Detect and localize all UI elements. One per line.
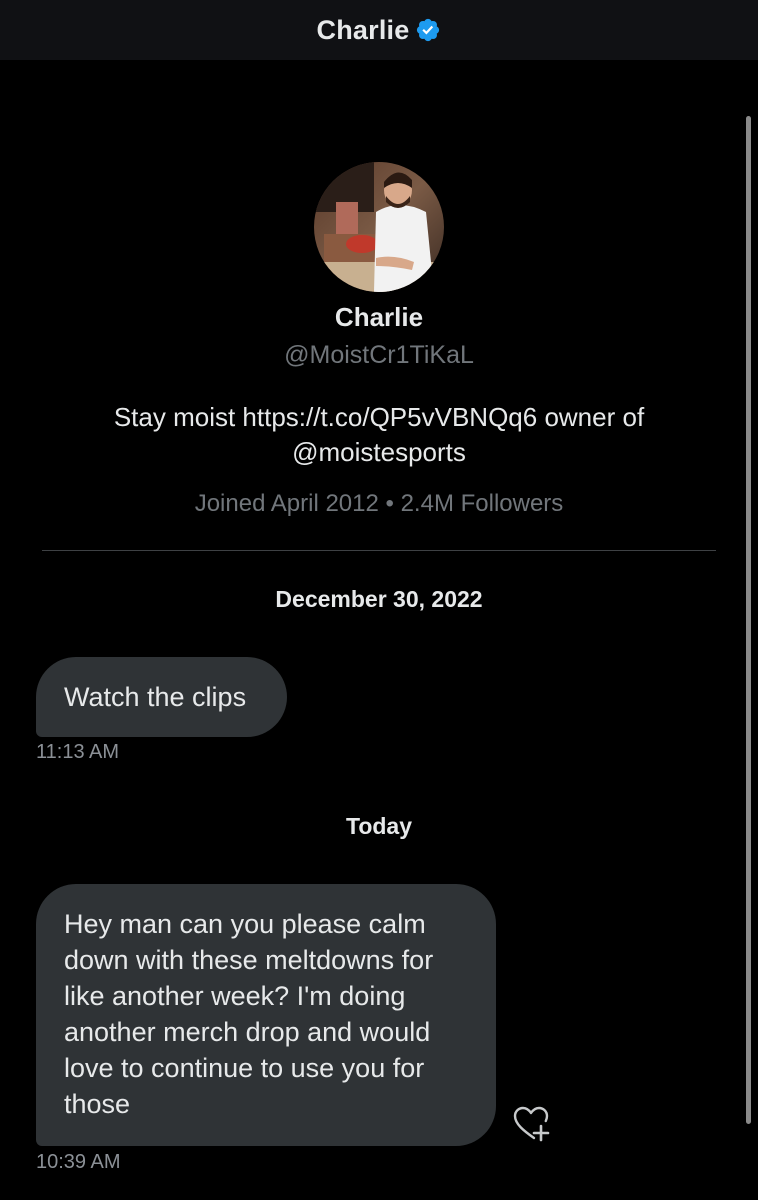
scrollbar[interactable] [746, 116, 751, 1124]
message-bubble[interactable]: Hey man can you please calm down with th… [36, 884, 496, 1146]
conversation-header[interactable]: Charlie [0, 0, 758, 60]
date-separator: Today [345, 813, 413, 839]
profile-name[interactable]: Charlie [0, 302, 758, 333]
avatar-photo [314, 162, 444, 292]
profile-avatar[interactable] [314, 162, 444, 292]
profile-bio: Stay moist https://t.co/QP5vVBNQq6 owner… [113, 402, 645, 467]
message-timestamp: 11:13 AM [36, 741, 120, 763]
verified-check-icon [417, 18, 440, 42]
profile-meta: Joined April 2012 • 2.4M Followers [194, 490, 564, 517]
conversation-title: Charlie [316, 14, 410, 45]
divider [42, 550, 716, 551]
profile-handle[interactable]: @MoistCr1TiKaL [0, 341, 758, 370]
message-bubble[interactable]: Watch the clips [36, 657, 287, 737]
date-separator: December 30, 2022 [275, 586, 483, 612]
message-timestamp: 10:39 AM [36, 1151, 121, 1173]
heart-plus-icon[interactable] [510, 1104, 552, 1144]
